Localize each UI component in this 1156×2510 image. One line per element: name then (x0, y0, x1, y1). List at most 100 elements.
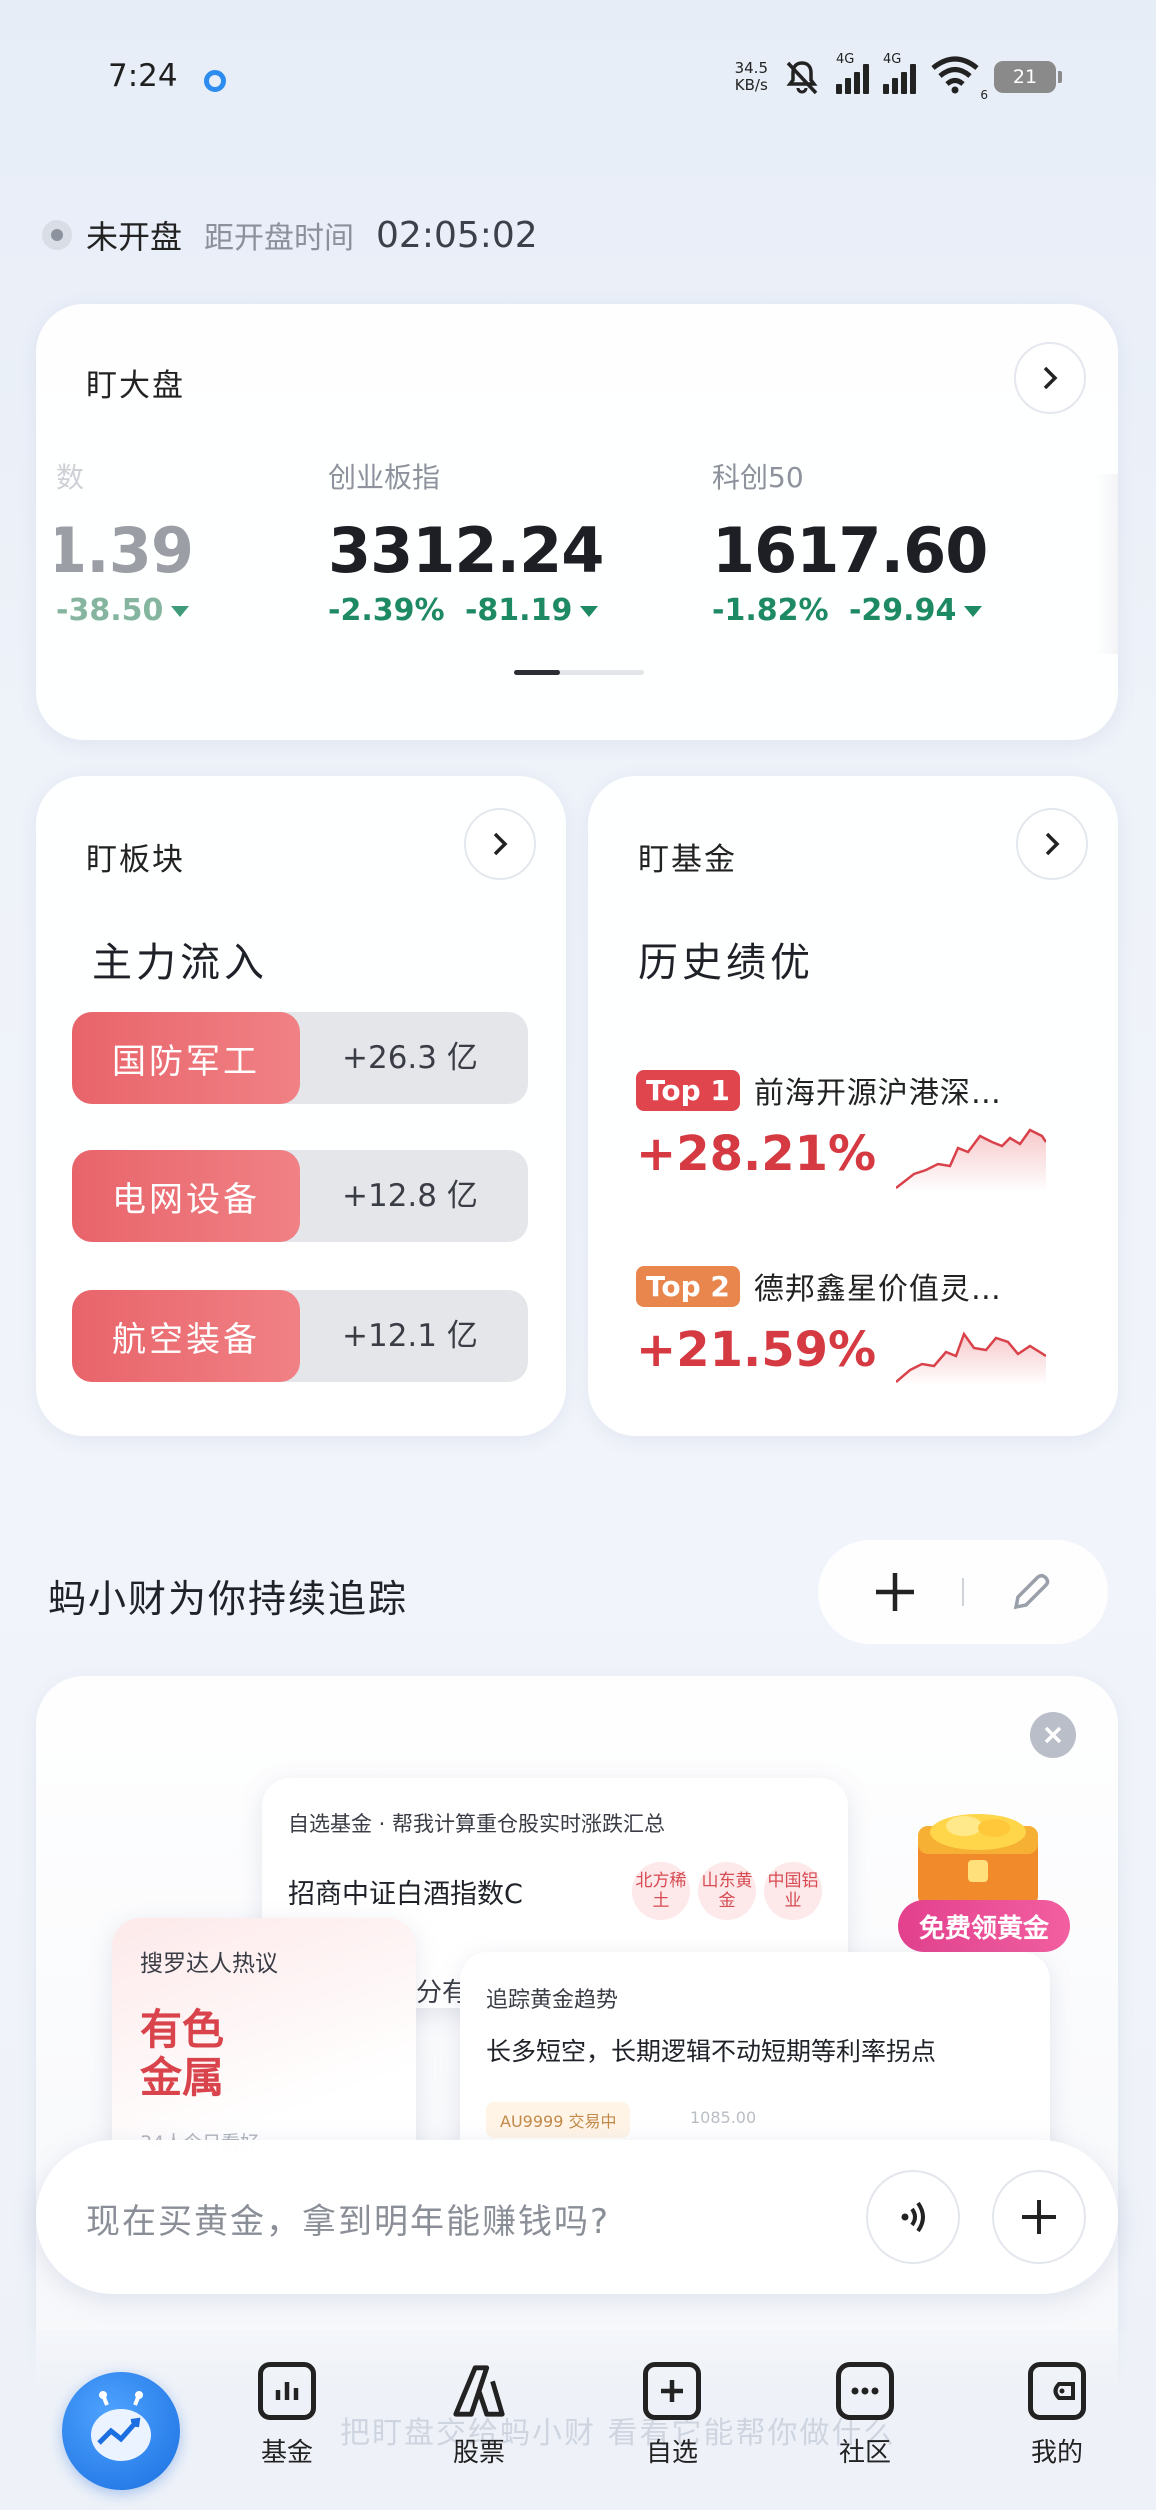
wifi-icon: 6 (930, 56, 988, 102)
status-icons: 34.5 KB/s 4G 4G 6 21 (735, 52, 1062, 102)
watch-fund-more-button[interactable] (1016, 808, 1088, 880)
index-name: 数 (56, 461, 85, 494)
index-item[interactable]: 科创50 1617.60 -1.82% -29.94 (712, 456, 988, 628)
voice-icon (901, 2201, 925, 2233)
tab-label: 股票 (452, 2438, 505, 2468)
tab-label: 社区 (838, 2438, 891, 2468)
index-name: 创业板指 (328, 461, 441, 494)
tab-community[interactable]: 社区 (810, 2362, 920, 2469)
sector-name: 国防军工 (72, 1012, 300, 1104)
index-item[interactable]: 数 1.39 -38.50 (56, 456, 216, 628)
market-status-text: 未开盘 (86, 218, 183, 256)
battery-icon: 21 (994, 61, 1062, 93)
watch-sector-card[interactable]: 盯板块 主力流入 国防军工 +26.3 亿 电网设备 +12.8 亿 航空装备 … (36, 776, 566, 1436)
fund-name: 前海开源沪港深… (753, 1076, 1002, 1111)
bar-chart-icon (258, 2362, 316, 2420)
tracking-tools (818, 1540, 1108, 1644)
gold-track-price: 1085.00 (690, 2108, 757, 2127)
hot-topic-line2: 金属 (140, 2053, 225, 2102)
tab-stock[interactable]: 股票 (424, 2362, 534, 2469)
add-button[interactable] (867, 1564, 923, 1620)
gold-track-header: 追踪黄金趋势 (486, 1988, 619, 2013)
down-arrow-icon (171, 606, 190, 617)
sector-row[interactable]: 国防军工 +26.3 亿 (72, 1012, 528, 1104)
index-change: -29.94 (848, 593, 957, 628)
watch-sector-more-button[interactable] (464, 808, 536, 880)
divider (961, 1578, 964, 1606)
sector-inflow: +26.3 亿 (342, 1040, 478, 1076)
tab-label: 我的 (1030, 2438, 1083, 2468)
tab-watchlist[interactable]: 自选 (617, 2362, 727, 2469)
chevron-right-icon (1043, 366, 1058, 390)
signal-1-icon: 4G (836, 52, 869, 94)
fund-sparkline (896, 1128, 1046, 1192)
hot-topic-header: 搜罗达人热议 (140, 1951, 278, 1977)
tab-fund[interactable]: 基金 (232, 2362, 342, 2469)
stock-tag: 山东黄金 (698, 1862, 756, 1920)
edit-button[interactable] (1003, 1564, 1059, 1620)
signal-1-label: 4G (836, 52, 855, 67)
fund-item[interactable]: Top 1 前海开源沪港深… +28.21% (636, 1068, 1076, 1192)
promo-label: 免费领黄金 (898, 1900, 1070, 1952)
down-arrow-icon (580, 606, 599, 617)
watch-market-card[interactable]: 盯大盘 数 1.39 -38.50 创业板指 3312.24 -2.39% -8… (36, 304, 1118, 740)
sector-inflow: +12.1 亿 (342, 1318, 478, 1354)
fund-sparkline (896, 1331, 1046, 1386)
scroll-fade (1096, 474, 1118, 654)
sector-row[interactable]: 电网设备 +12.8 亿 (72, 1150, 528, 1242)
chevron-right-icon (493, 832, 508, 856)
sector-inflow: +12.8 亿 (342, 1178, 478, 1214)
watch-sector-title: 盯板块 (86, 842, 185, 878)
carousel-indicator (514, 670, 644, 675)
index-value: 1.39 (56, 514, 194, 587)
wifi-label: 6 (980, 88, 988, 102)
close-button[interactable] (1030, 1712, 1076, 1758)
fund-track-name: 招商中证白酒指数C (288, 1879, 523, 1910)
index-change-pct: -2.39% (328, 593, 445, 628)
add-square-icon (643, 2362, 701, 2420)
down-arrow-icon (964, 606, 983, 617)
notification-dot-icon (204, 70, 226, 92)
index-item[interactable]: 创业板指 3312.24 -2.39% -81.19 (328, 456, 604, 628)
net-speed-unit: KB/s (734, 76, 768, 94)
watch-market-more-button[interactable] (1014, 342, 1086, 414)
market-status: 未开盘 距开盘时间 02:05:02 (42, 212, 538, 258)
pencil-icon (1013, 1573, 1049, 1610)
sector-row[interactable]: 航空装备 +12.1 亿 (72, 1290, 528, 1382)
treasure-chest-icon (918, 1814, 1038, 1906)
index-change: -38.50 (56, 593, 164, 628)
ask-input-placeholder[interactable]: 现在买黄金，拿到明年能赚钱吗? (86, 2194, 610, 2243)
tab-mine[interactable]: 我的 (1002, 2362, 1112, 2469)
ask-input-bar[interactable]: 现在买黄金，拿到明年能赚钱吗? (36, 2140, 1118, 2294)
tracking-title: 蚂小财为你持续追踪 (48, 1577, 409, 1621)
watch-market-title: 盯大盘 (86, 368, 185, 404)
gold-track-content: 长多短空，长期逻辑不动短期等利率拐点 (486, 2037, 937, 2066)
hot-topic-card[interactable]: 搜罗达人热议 有色 金属 34人今日看好 (112, 1918, 416, 2178)
battery-level: 21 (1012, 66, 1038, 88)
sector-name: 电网设备 (72, 1150, 300, 1242)
sector-name: 航空装备 (72, 1290, 300, 1382)
market-status-dot-icon (42, 220, 72, 250)
watch-sector-subtitle: 主力流入 (92, 940, 268, 986)
tab-label: 自选 (645, 2438, 698, 2468)
close-icon (1044, 1726, 1062, 1744)
countdown-time: 02:05:02 (376, 214, 538, 256)
net-speed: 34.5 KB/s (735, 60, 768, 94)
rank-badge: Top 1 (636, 1069, 740, 1111)
watch-fund-card[interactable]: 盯基金 历史绩优 Top 1 前海开源沪港深… +28.21% Top 2 德邦… (588, 776, 1118, 1436)
tab-label: 基金 (260, 2438, 313, 2468)
index-value: 3312.24 (328, 514, 604, 587)
index-value: 1617.60 (712, 514, 988, 587)
chat-bubble-icon (836, 2362, 894, 2420)
index-change-pct: -1.82% (712, 593, 829, 628)
plus-icon (876, 1573, 915, 1611)
assistant-button[interactable] (62, 2372, 180, 2490)
fund-item[interactable]: Top 2 德邦鑫星价值灵… +21.59% (636, 1264, 1076, 1386)
voice-button[interactable] (866, 2170, 960, 2264)
attach-button[interactable] (992, 2170, 1086, 2264)
gold-promo[interactable]: 免费领黄金 (898, 1796, 1078, 1956)
wallet-icon (1028, 2362, 1086, 2420)
signal-2-label: 4G (883, 52, 902, 67)
status-time: 7:24 (108, 58, 178, 94)
fund-track-header: 自选基金 · 帮我计算重仓股实时涨跌汇总 (288, 1812, 666, 1836)
